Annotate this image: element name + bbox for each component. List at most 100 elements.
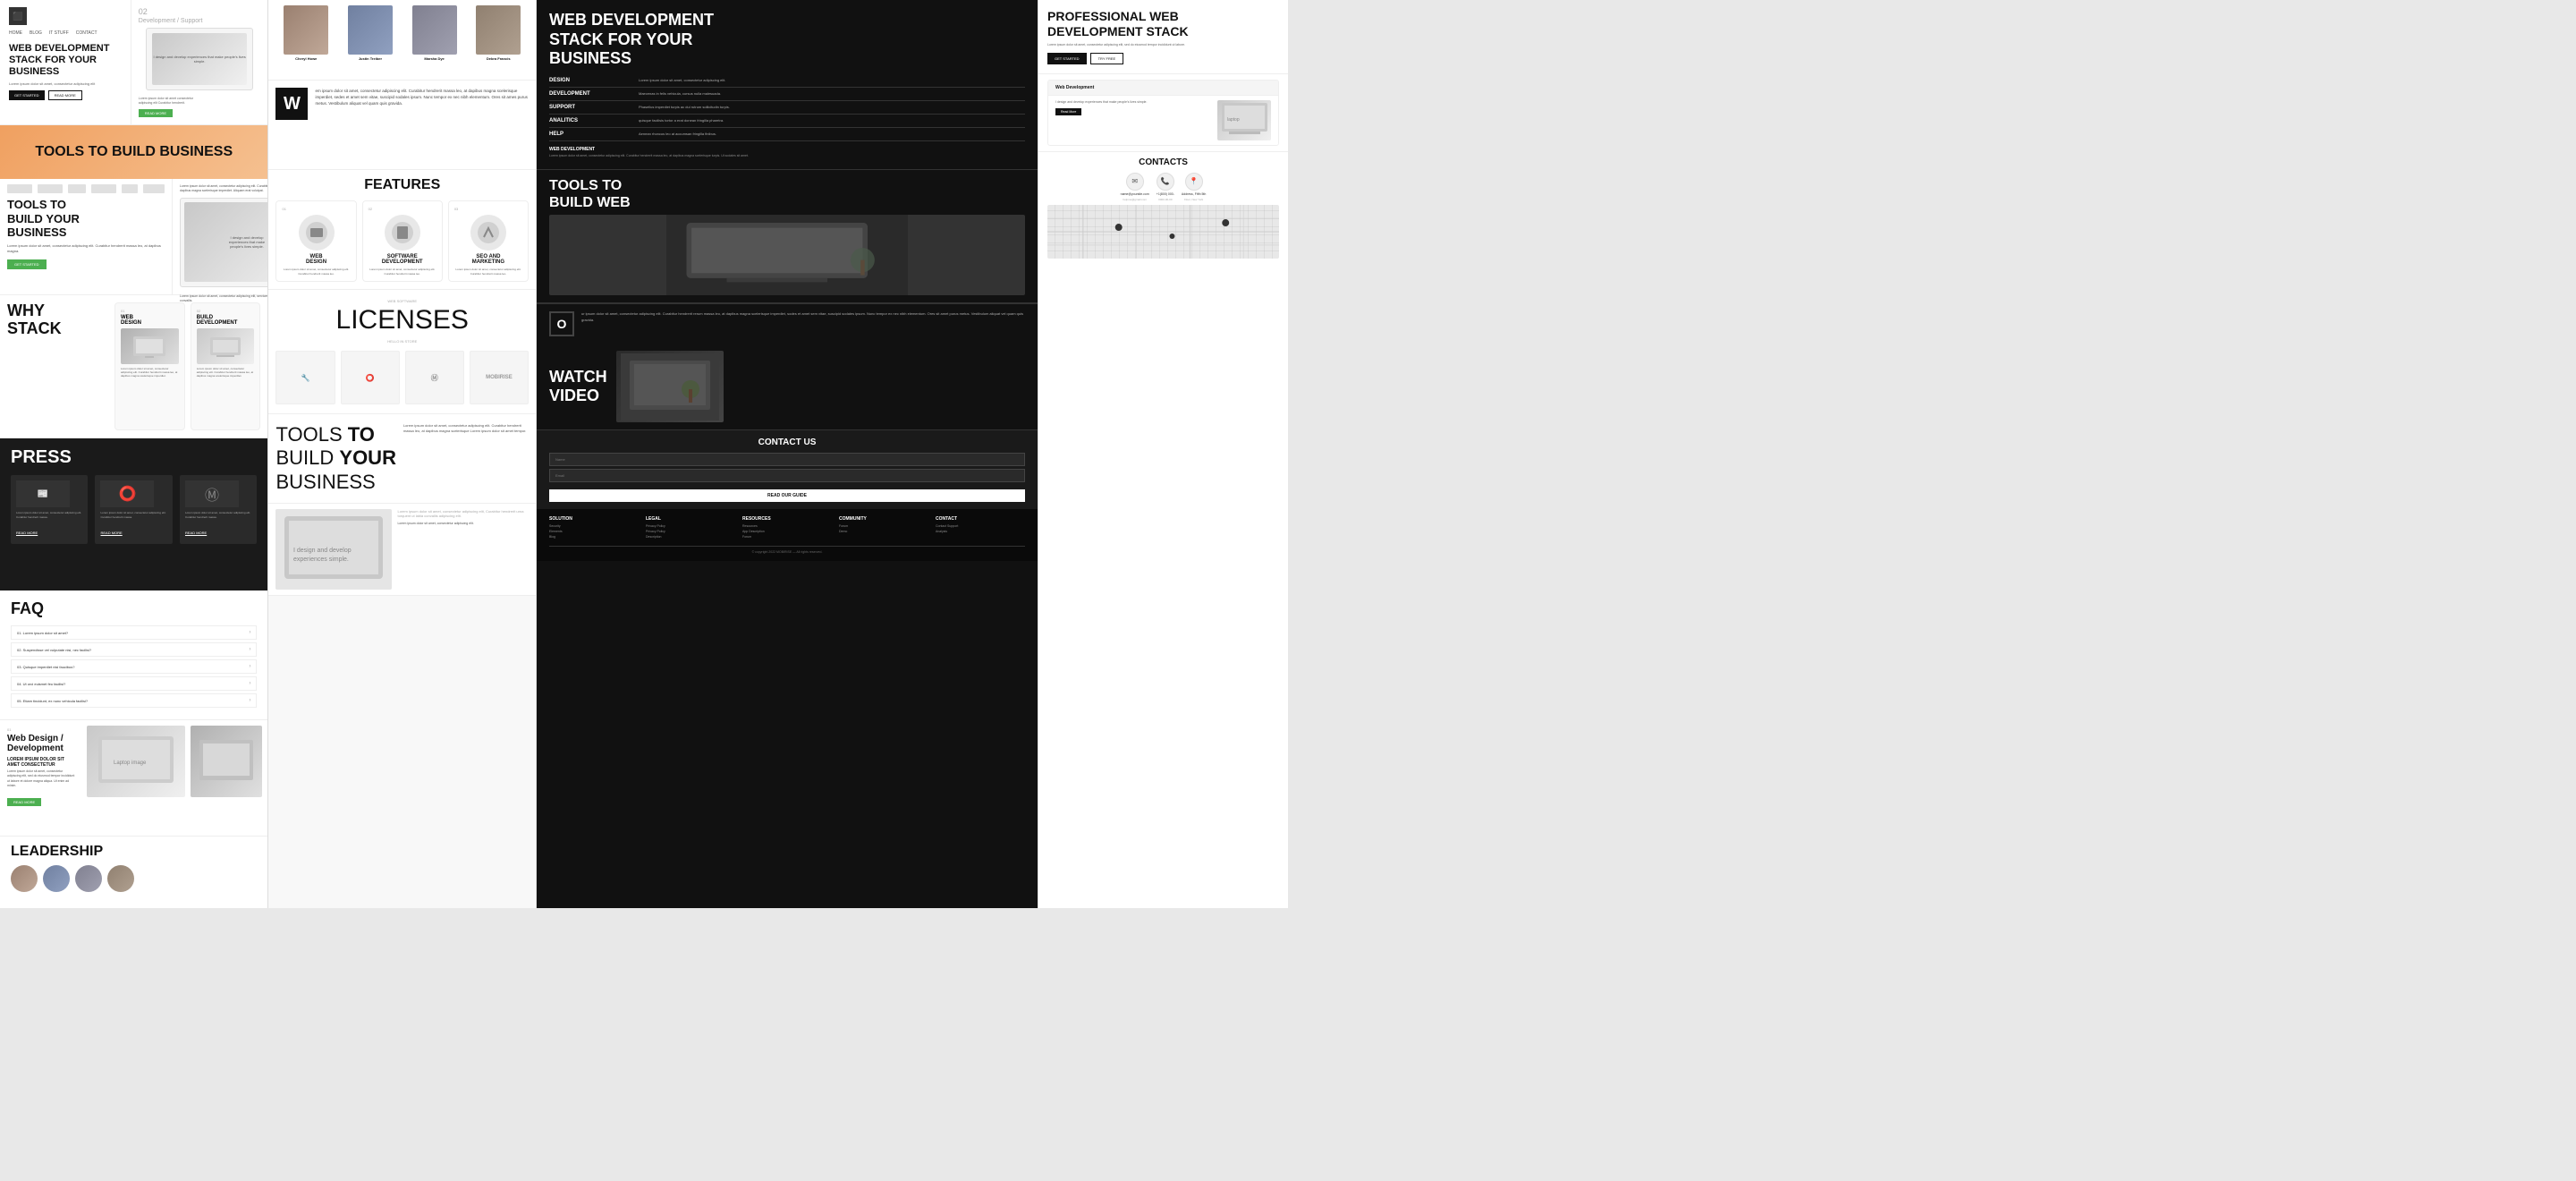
avatar-4 (107, 865, 134, 892)
nav-link-it[interactable]: IT STUFF (49, 30, 69, 36)
orange-banner: TOOLS TO BUILD BUSINESS (0, 125, 267, 179)
why-stack-row: WHY STACK 01 WEB DESIGN Lorem ipsum dolo… (0, 295, 267, 438)
contact-us-title: CONTACT US (549, 438, 1025, 447)
footer-link-3-2[interactable]: App Description (742, 530, 832, 533)
pro-try-free-btn[interactable]: TRY FREE (1090, 53, 1124, 64)
footer-link-1-1[interactable]: Security (549, 524, 639, 528)
press-read-more-3[interactable]: READ MORE (185, 531, 207, 535)
web-design-read-more-btn[interactable]: READ MORE (7, 798, 41, 806)
map-placeholder (1047, 205, 1279, 259)
pro-get-started-btn[interactable]: GET STARTED (1047, 53, 1087, 64)
faq-chevron-2: › (249, 647, 250, 652)
footer-link-2-2[interactable]: Privacy Policy (646, 530, 735, 533)
pro-stack-panel: PROFESSIONAL WEB DEVELOPMENT STACK Lorem… (1038, 0, 1288, 908)
leadership-title: LEADERSHIP (11, 844, 257, 860)
dark-sub-text: Lorem ipsum dolor sit amet, consectetur … (549, 154, 1025, 158)
footer-link-2-1[interactable]: Privacy Policy (646, 524, 735, 528)
press-card-3: Ⓜ Lorem ipsum dolor sit amet, consectetu… (180, 475, 257, 544)
web-design-laptop-1: Laptop image (87, 726, 185, 797)
partners-row (7, 184, 165, 193)
hero-subtitle: Lorem ipsum dolor sit amet, consectetur … (9, 81, 122, 87)
laptop-text: I design and develop experiences that ma… (152, 55, 247, 64)
contact-email-field[interactable] (549, 469, 1025, 482)
web-design-left: 01 Web Design / Development LOREM IPSUM … (0, 720, 81, 836)
footer-link-4-2[interactable]: Demo (839, 530, 928, 533)
partners-section: TOOLS TO BUILD YOUR BUSINESS Lorem ipsum… (0, 179, 173, 294)
web-dev-card-header: Web Development (1048, 81, 1278, 96)
faq-section: FAQ 01. Lorem ipsum dolor sit amet? › 02… (0, 590, 267, 720)
press-read-more-2[interactable]: READ MORE (100, 531, 122, 535)
feature-icon-1 (299, 215, 335, 251)
dev-support-section: 02 Development / Support I design and de… (131, 0, 268, 125)
licenses-label: WEB SOFTWARE (275, 299, 529, 303)
middle-laptop-img: I design and develop experiences simple. (275, 509, 392, 590)
team-photo-4 (476, 5, 521, 55)
press-read-more-1[interactable]: READ MORE (16, 531, 38, 535)
team-member-3: Marsha Dye (404, 5, 465, 74)
footer-link-5-2[interactable]: Analysis (936, 530, 1025, 533)
press-cards: 📰 Lorem ipsum dolor sit amet, consectetu… (11, 475, 257, 544)
dark-sub-label: WEB DEVELOPMENT (549, 147, 1025, 152)
web-dev-card: Web Development I design and develop exp… (1047, 80, 1279, 146)
footer-col-1: SOLUTION Security Elements Blog (549, 516, 639, 540)
feature-card-2: 02 SOFTWARE DEVELOPMENT Lorem ipsum dolo… (362, 200, 443, 282)
tools-title: TOOLS TO BUILD YOUR BUSINESS (7, 198, 165, 240)
why-stack-label: WHY STACK (0, 295, 107, 438)
faq-item-1[interactable]: 01. Lorem ipsum dolor sit amet? › (11, 625, 257, 640)
team-photo-3 (412, 5, 457, 55)
faq-item-5[interactable]: 05. Etiam tincidunt, ex nunc vehicula fa… (11, 693, 257, 708)
footer-link-2-3[interactable]: Description (646, 535, 735, 539)
why-card-2: 02 BUILD DEVELOPMENT Lorem ipsum dolor s… (191, 302, 261, 430)
contact-name-field[interactable] (549, 453, 1025, 466)
footer-link-5-1[interactable]: Contact Support (936, 524, 1025, 528)
dark-table-row-4: ANALITICS quisque facilisis tortor a era… (549, 115, 1025, 128)
dev-read-more-btn[interactable]: READ MORE (139, 109, 173, 117)
why-card-1: 01 WEB DESIGN Lorem ipsum dolor sit amet… (114, 302, 185, 430)
avatar-3 (75, 865, 102, 892)
svg-text:I design and develop: I design and develop (293, 548, 352, 554)
contact-item-3: 📍 Address, Fifth 5th Floor, New York (1182, 173, 1206, 201)
footer-link-1-2[interactable]: Elements (549, 530, 639, 533)
hero-read-more-btn[interactable]: READ MORE (48, 90, 82, 100)
faq-item-4[interactable]: 04. Ut orci euismet feu facilisi? › (11, 676, 257, 691)
section-number: 02 (139, 7, 261, 16)
license-logo-1: 🔧 (275, 351, 335, 404)
w-section: W em ipsum dolor sit amet, consectetur a… (268, 81, 536, 170)
watch-video-text: WATCH VIDEO (549, 351, 607, 422)
contact-us-dark: CONTACT US READ OUR GUIDE (537, 430, 1038, 509)
hero-get-started-btn[interactable]: GET STARTED (9, 90, 45, 100)
nav-link-blog[interactable]: BLOG (30, 30, 42, 36)
web-dev-read-more-btn[interactable]: Read More (1055, 108, 1081, 115)
tools-text: Lorem ipsum dolor sit amet, consectetur … (7, 243, 165, 254)
web-design-laptop-2 (191, 726, 262, 797)
feature-card-1: 01 WEB DESIGN Lorem ipsum dolor sit amet… (275, 200, 356, 282)
footer-link-4-1[interactable]: Forum (839, 524, 928, 528)
footer-col-2: LEGAL Privacy Policy Privacy Policy Desc… (646, 516, 735, 540)
contact-item-1: ✉ name@yoursite.com helpme@gmail.com (1121, 173, 1149, 201)
faq-item-3[interactable]: 03. Quisque imperdiet nisi faucibus? › (11, 659, 257, 674)
contact-submit-btn[interactable]: READ OUR GUIDE (549, 489, 1025, 502)
hero-cta: GET STARTED READ MORE (9, 90, 122, 100)
svg-text:Laptop image: Laptop image (114, 760, 147, 766)
watch-video-thumb (616, 351, 724, 422)
svg-text:experiences simple.: experiences simple. (293, 557, 349, 563)
dev-desc-text: Lorem ipsum dolor sit amet consecteturad… (139, 97, 261, 106)
licenses-title: LICENSES (275, 305, 529, 336)
dark-hero: WEB DEVELOPMENT STACK FOR YOUR BUSINESS … (537, 0, 1038, 170)
nav-link-contact[interactable]: CONTACT (76, 30, 97, 36)
logo-area: ⬛ (9, 7, 122, 25)
footer-link-3-3[interactable]: Forum (742, 535, 832, 539)
dark-hero-content: WEB DEVELOPMENT STACK FOR YOUR BUSINESS … (549, 11, 1025, 158)
contact-item-2: 📞 +1(800) 000- 0000-00-00 (1157, 173, 1174, 201)
footer-link-3-1[interactable]: Resources (742, 524, 832, 528)
footer-link-1-3[interactable]: Blog (549, 535, 639, 539)
tools-get-started-btn[interactable]: GET STARTED (7, 259, 47, 269)
pro-cta-buttons: GET STARTED TRY FREE (1047, 53, 1279, 64)
team-member-2: Justin Treiber (340, 5, 401, 74)
nav-link-home[interactable]: HOME (9, 30, 22, 36)
svg-text:laptop: laptop (1227, 117, 1240, 123)
faq-item-2[interactable]: 02. Suspendisse vel vulputate nisi, nec … (11, 642, 257, 657)
dark-table-row-1: DESIGN Lorem ipsum dolor sit amet, conse… (549, 74, 1025, 88)
faq-chevron-3: › (249, 664, 250, 669)
watch-video-section: WATCH VIDEO (537, 344, 1038, 430)
